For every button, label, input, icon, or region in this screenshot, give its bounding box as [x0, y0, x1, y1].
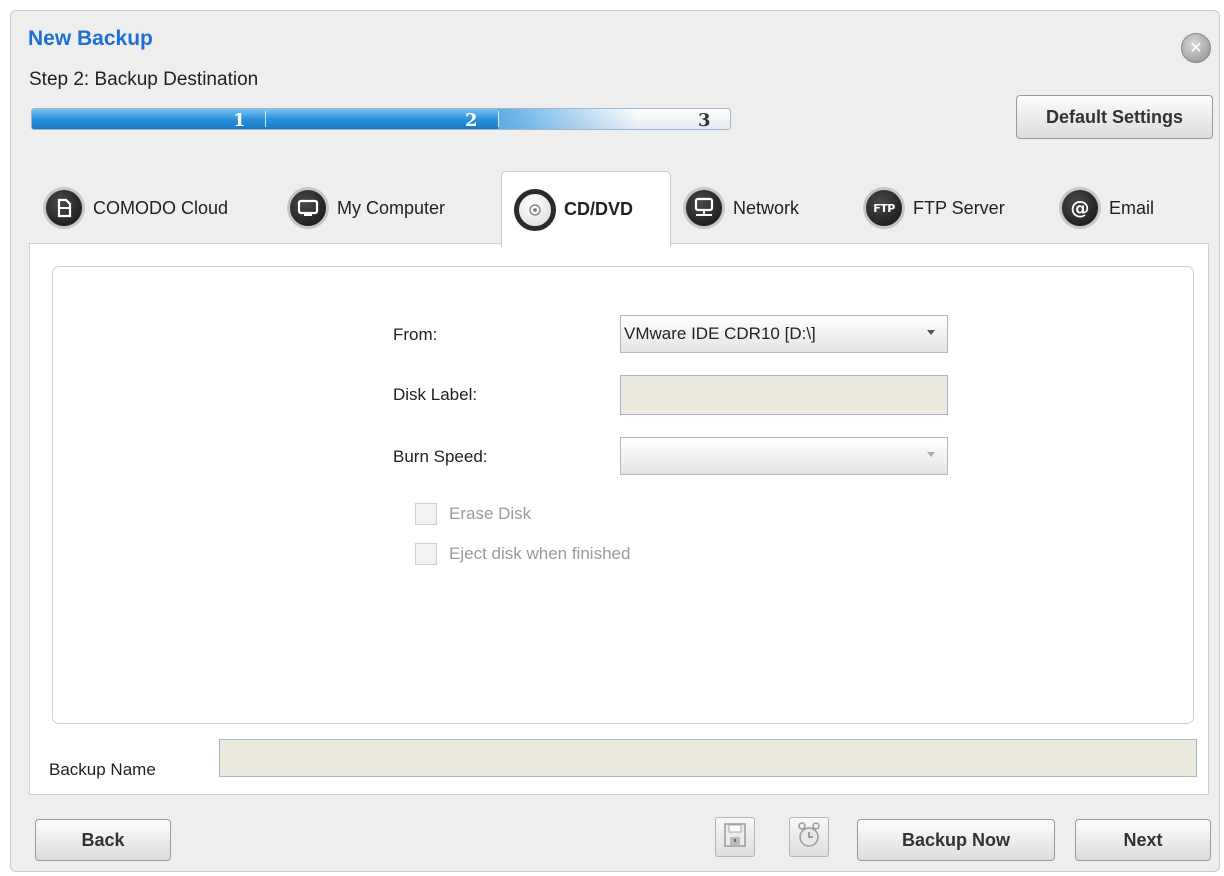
window-title: New Backup: [28, 27, 153, 50]
chevron-down-icon: [927, 330, 935, 335]
next-button[interactable]: Next: [1075, 819, 1211, 861]
tab-cd-dvd[interactable]: CD/DVD: [501, 171, 671, 247]
erase-disk-label: Erase Disk: [449, 504, 532, 523]
progress-step-3: 3: [698, 110, 711, 130]
progress-step-1: 1: [233, 110, 246, 130]
cloud-drive-icon: [43, 187, 85, 229]
eject-disk-checkbox[interactable]: [415, 543, 437, 565]
close-button[interactable]: ✕: [1181, 33, 1211, 63]
tab-email[interactable]: @ Email: [1059, 171, 1199, 245]
disk-label-label: Disk Label:: [393, 385, 478, 404]
schedule-button[interactable]: [789, 817, 829, 857]
progress-separator: [498, 111, 499, 127]
burn-speed-label: Burn Speed:: [393, 447, 488, 466]
tab-network[interactable]: Network: [683, 171, 843, 245]
eject-disk-label: Eject disk when finished: [449, 544, 631, 563]
progress-separator: [265, 111, 266, 127]
close-icon: ✕: [1189, 40, 1203, 57]
tab-my-computer[interactable]: My Computer: [287, 171, 467, 245]
burn-speed-select[interactable]: [620, 437, 948, 475]
erase-disk-checkbox[interactable]: [415, 503, 437, 525]
step-progress-bar: 1 2 3: [31, 108, 731, 130]
tab-comodo-cloud[interactable]: COMODO Cloud: [43, 171, 253, 245]
at-sign-icon: @: [1059, 187, 1101, 229]
tab-label: COMODO Cloud: [93, 197, 229, 218]
progress-step-2: 2: [465, 110, 478, 130]
new-backup-window: New Backup Step 2: Backup Destination ✕ …: [10, 10, 1220, 872]
backup-name-label: Backup Name: [49, 760, 156, 779]
ftp-icon: FTP: [863, 187, 905, 229]
tab-label: FTP Server: [913, 197, 1005, 218]
cd-dvd-settings-panel: From: VMware IDE CDR10 [D:\] Disk Label:…: [52, 266, 1194, 724]
from-drive-select[interactable]: VMware IDE CDR10 [D:\]: [620, 315, 948, 353]
save-settings-button[interactable]: [715, 817, 755, 857]
disk-label-input[interactable]: [620, 375, 948, 415]
from-drive-value: VMware IDE CDR10 [D:\]: [624, 324, 816, 343]
destination-tabs: COMODO Cloud My Computer CD/DVD Network …: [11, 171, 1219, 247]
monitor-icon: [287, 187, 329, 229]
tab-label: My Computer: [337, 197, 446, 218]
alarm-clock-icon: [796, 821, 822, 854]
tab-content-area: From: VMware IDE CDR10 [D:\] Disk Label:…: [29, 243, 1209, 795]
default-settings-button[interactable]: Default Settings: [1016, 95, 1213, 139]
disc-icon: [514, 188, 556, 231]
tab-label: CD/DVD: [564, 199, 634, 219]
backup-now-button[interactable]: Backup Now: [857, 819, 1055, 861]
floppy-disk-icon: [723, 822, 747, 853]
progress-fade: [498, 109, 638, 129]
step-indicator-text: Step 2: Backup Destination: [29, 69, 259, 90]
tab-label: Network: [733, 197, 800, 218]
tab-ftp-server[interactable]: FTP FTP Server: [863, 171, 1043, 245]
backup-name-input[interactable]: [219, 739, 1197, 777]
tab-label: Email: [1109, 197, 1155, 218]
erase-disk-option[interactable]: Erase Disk: [415, 503, 531, 525]
network-icon: [683, 187, 725, 229]
back-button[interactable]: Back: [35, 819, 171, 861]
chevron-down-icon: [927, 452, 935, 457]
from-label: From:: [393, 325, 438, 344]
eject-disk-option[interactable]: Eject disk when finished: [415, 543, 630, 565]
